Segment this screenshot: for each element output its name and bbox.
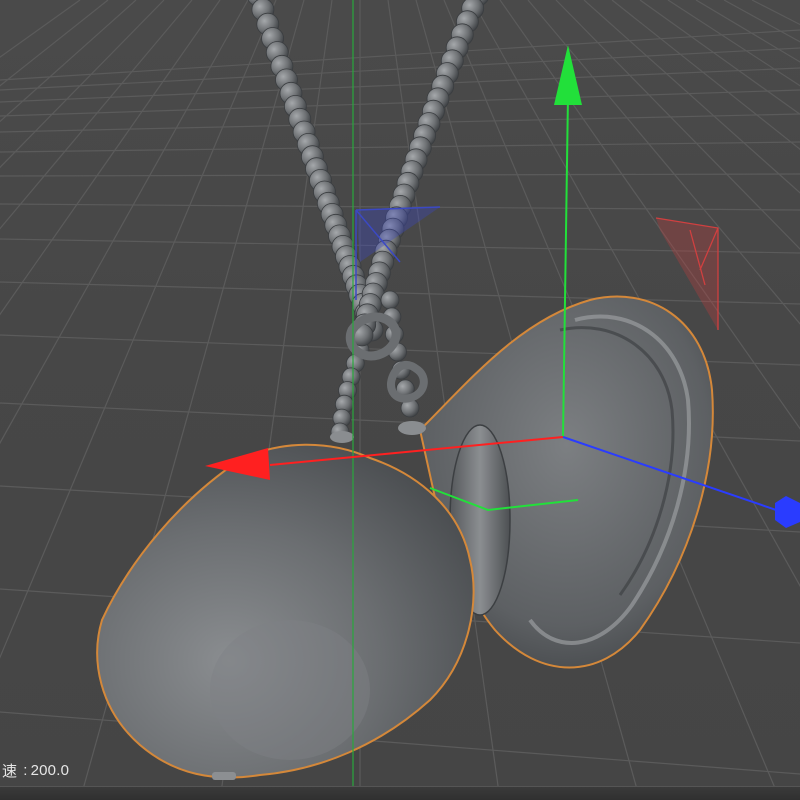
speed-separator: : xyxy=(23,761,28,779)
viewport-bottom-bar xyxy=(0,786,800,800)
navigation-speed-readout: 速 : 200.0 xyxy=(0,756,80,784)
3d-viewport[interactable]: 速 : 200.0 xyxy=(0,0,800,800)
speed-label: 速 xyxy=(2,762,18,780)
z-axis-cap-icon[interactable] xyxy=(775,496,800,528)
y-axis-arrow-icon[interactable] xyxy=(554,45,582,105)
speed-value: 200.0 xyxy=(30,761,70,779)
viewport-scene[interactable] xyxy=(0,0,800,800)
